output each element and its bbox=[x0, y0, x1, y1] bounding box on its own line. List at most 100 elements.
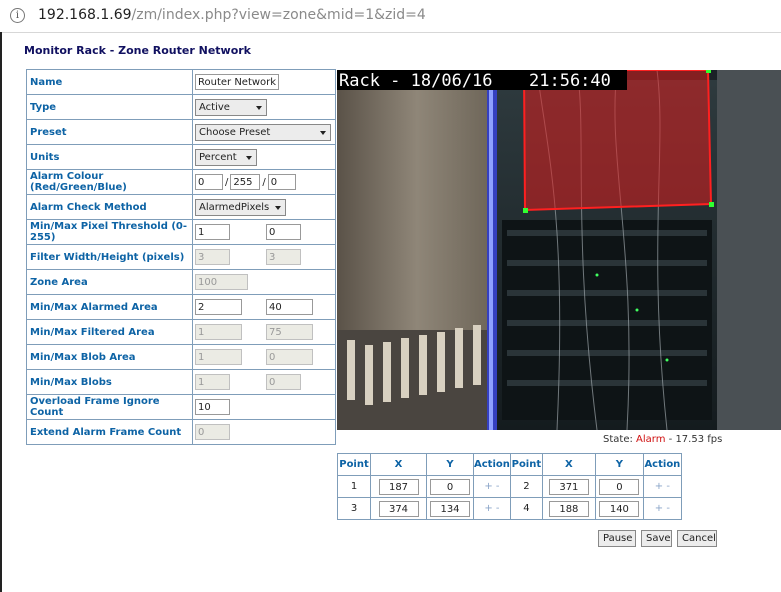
status-fps: - 17.53 fps bbox=[668, 434, 723, 445]
window-left-edge bbox=[0, 32, 2, 592]
browser-address-bar[interactable]: i 192.168.1.69/zm/index.php?view=zone&mi… bbox=[0, 0, 781, 33]
points-row: 3 374 134 + - 4 188 140 + - bbox=[337, 497, 682, 520]
row-alarm-check: Alarm Check Method AlarmedPixels bbox=[26, 194, 336, 220]
alarmed-area-min-input[interactable]: 2 bbox=[195, 299, 242, 315]
zone-properties-table: Name Router Network Type Active Preset C… bbox=[26, 69, 336, 445]
header-action: Action bbox=[642, 453, 682, 476]
units-label: Units bbox=[26, 144, 193, 170]
zone-area-label: Zone Area bbox=[26, 269, 193, 295]
add-point-link[interactable]: + bbox=[484, 503, 492, 514]
point-number: 1 bbox=[337, 475, 371, 498]
pixel-threshold-label: Min/Max Pixel Threshold (0-255) bbox=[26, 219, 193, 245]
header-point: Point bbox=[337, 453, 371, 476]
units-select[interactable]: Percent bbox=[195, 148, 257, 166]
preset-select[interactable]: Choose Preset bbox=[195, 123, 331, 141]
filter-width-input: 3 bbox=[195, 249, 230, 265]
blob-area-max-input: 0 bbox=[266, 349, 313, 365]
zone-points-table: Point X Y Action Point X Y Action 1 187 … bbox=[337, 453, 682, 520]
alarm-colour-label: Alarm Colour (Red/Green/Blue) bbox=[26, 169, 193, 195]
row-name: Name Router Network bbox=[26, 69, 336, 95]
status-prefix: State: bbox=[603, 434, 633, 445]
filter-size-label: Filter Width/Height (pixels) bbox=[26, 244, 193, 270]
name-label: Name bbox=[26, 69, 193, 95]
camera-view[interactable]: Rack - 18/06/16 21:56:40 bbox=[337, 70, 781, 430]
alarm-colour-green-input[interactable]: 255 bbox=[230, 174, 261, 190]
status-state: Alarm bbox=[636, 434, 666, 445]
type-select[interactable]: Active bbox=[195, 98, 267, 116]
row-type: Type Active bbox=[26, 94, 336, 120]
point-x-input[interactable]: 188 bbox=[548, 500, 589, 517]
point-x-input[interactable]: 187 bbox=[378, 478, 419, 495]
header-action: Action bbox=[473, 453, 511, 476]
row-overload-ignore: Overload Frame Ignore Count 10 bbox=[26, 394, 336, 420]
alarm-colour-blue-input[interactable]: 0 bbox=[267, 174, 296, 190]
alarm-check-select-value: AlarmedPixels bbox=[199, 201, 270, 213]
blobs-min-input: 1 bbox=[195, 374, 230, 390]
url-text[interactable]: 192.168.1.69/zm/index.php?view=zone&mid=… bbox=[38, 7, 426, 23]
row-pixel-threshold: Min/Max Pixel Threshold (0-255) 1 0 bbox=[26, 219, 336, 245]
blob-area-min-input: 1 bbox=[195, 349, 242, 365]
chevron-down-icon bbox=[254, 101, 264, 113]
point-y-input[interactable]: 0 bbox=[599, 478, 640, 495]
blobs-max-input: 0 bbox=[266, 374, 301, 390]
row-alarmed-area: Min/Max Alarmed Area 2 40 bbox=[26, 294, 336, 320]
separator: / bbox=[225, 176, 229, 188]
add-point-link[interactable]: + bbox=[655, 481, 663, 492]
extend-alarm-label: Extend Alarm Frame Count bbox=[26, 419, 193, 445]
url-host: 192.168.1.69 bbox=[38, 7, 132, 23]
points-header-row: Point X Y Action Point X Y Action bbox=[337, 453, 682, 476]
point-number: 3 bbox=[337, 497, 371, 520]
header-x: X bbox=[541, 453, 596, 476]
point-y-input[interactable]: 140 bbox=[599, 500, 640, 517]
point-number: 2 bbox=[509, 475, 543, 498]
units-select-value: Percent bbox=[199, 151, 237, 163]
filtered-area-max-input: 75 bbox=[266, 324, 313, 340]
add-point-link[interactable]: + bbox=[484, 481, 492, 492]
header-y: Y bbox=[426, 453, 474, 476]
points-row: 1 187 0 + - 2 371 0 + - bbox=[337, 475, 682, 498]
remove-point-link[interactable]: - bbox=[496, 503, 500, 514]
alarm-colour-red-input[interactable]: 0 bbox=[195, 174, 223, 190]
url-path: /zm/index.php?view=zone&mid=1&zid=4 bbox=[131, 7, 426, 23]
row-zone-area: Zone Area 100 bbox=[26, 269, 336, 295]
filter-height-input: 3 bbox=[266, 249, 301, 265]
remove-point-link[interactable]: - bbox=[496, 481, 500, 492]
alarm-check-select[interactable]: AlarmedPixels bbox=[195, 198, 286, 216]
separator: / bbox=[262, 176, 266, 188]
header-x: X bbox=[370, 453, 427, 476]
point-y-input[interactable]: 0 bbox=[430, 478, 470, 495]
save-button[interactable]: Save bbox=[641, 530, 672, 547]
overload-ignore-input[interactable]: 10 bbox=[195, 399, 230, 415]
blobs-label: Min/Max Blobs bbox=[26, 369, 193, 395]
point-x-input[interactable]: 371 bbox=[548, 478, 589, 495]
chevron-down-icon bbox=[273, 201, 283, 213]
remove-point-link[interactable]: - bbox=[666, 481, 670, 492]
overload-ignore-label: Overload Frame Ignore Count bbox=[26, 394, 193, 420]
point-x-input[interactable]: 374 bbox=[378, 500, 419, 517]
add-point-link[interactable]: + bbox=[655, 503, 663, 514]
chevron-down-icon bbox=[244, 151, 254, 163]
name-input[interactable]: Router Network bbox=[195, 74, 279, 90]
zone-area-input: 100 bbox=[195, 274, 248, 290]
chevron-down-icon bbox=[318, 126, 328, 138]
pixel-threshold-max-input[interactable]: 0 bbox=[266, 224, 301, 240]
filtered-area-label: Min/Max Filtered Area bbox=[26, 319, 193, 345]
cancel-button[interactable]: Cancel bbox=[677, 530, 717, 547]
alarmed-area-label: Min/Max Alarmed Area bbox=[26, 294, 193, 320]
blob-area-label: Min/Max Blob Area bbox=[26, 344, 193, 370]
pause-button[interactable]: Pause bbox=[598, 530, 636, 547]
header-y: Y bbox=[594, 453, 644, 476]
point-y-input[interactable]: 134 bbox=[430, 500, 470, 517]
info-icon[interactable]: i bbox=[10, 8, 25, 23]
row-alarm-colour: Alarm Colour (Red/Green/Blue) 0/255/0 bbox=[26, 169, 336, 195]
type-select-value: Active bbox=[199, 101, 230, 113]
row-extend-alarm: Extend Alarm Frame Count 0 bbox=[26, 419, 336, 445]
row-filter-size: Filter Width/Height (pixels) 3 3 bbox=[26, 244, 336, 270]
header-point: Point bbox=[509, 453, 543, 476]
page-title: Monitor Rack - Zone Router Network bbox=[24, 44, 251, 57]
extend-alarm-input: 0 bbox=[195, 424, 230, 440]
pixel-threshold-min-input[interactable]: 1 bbox=[195, 224, 230, 240]
alarmed-area-max-input[interactable]: 40 bbox=[266, 299, 313, 315]
preset-select-value: Choose Preset bbox=[199, 126, 271, 138]
remove-point-link[interactable]: - bbox=[666, 503, 670, 514]
